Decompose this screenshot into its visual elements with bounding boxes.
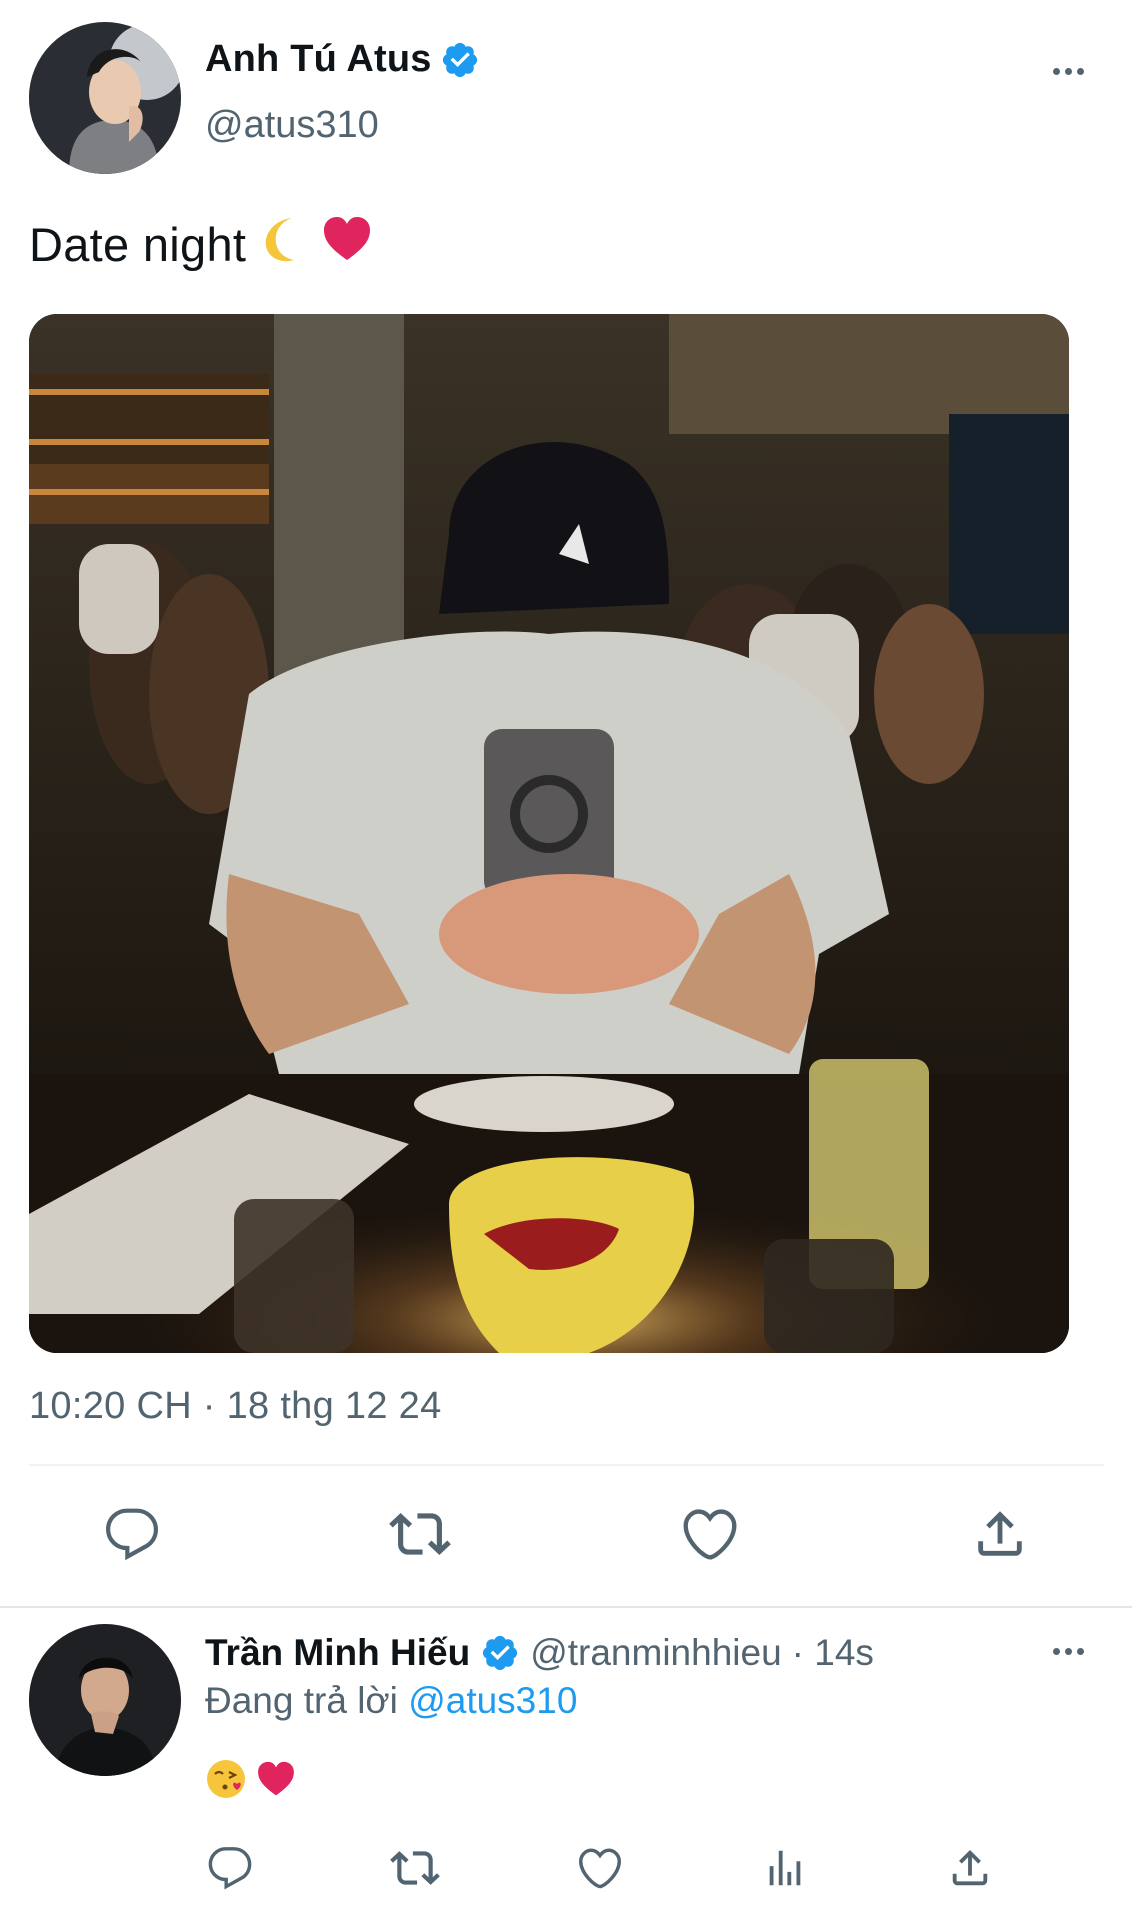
reply-retweet-button[interactable] [385, 1842, 445, 1894]
reply-reply-button[interactable] [200, 1842, 260, 1894]
retweet-icon [390, 1851, 440, 1885]
actions-top-divider [29, 1464, 1104, 1466]
author-handle[interactable]: @atus310 [205, 104, 379, 147]
crescent-moon-emoji [256, 212, 310, 277]
red-heart-emoji [255, 1758, 297, 1805]
retweet-button[interactable] [380, 1505, 460, 1563]
reply-button[interactable] [92, 1505, 172, 1563]
retweet-icon [389, 1513, 451, 1555]
reply-more-options-icon[interactable] [1053, 1648, 1084, 1655]
heart-icon [579, 1848, 621, 1889]
reply-like-button[interactable] [570, 1842, 630, 1894]
tweet-timestamp[interactable]: 10:20 CH · 18 thg 12 24 [29, 1385, 442, 1428]
share-button[interactable] [960, 1505, 1040, 1563]
reply-icon [105, 1508, 159, 1561]
verified-badge-icon [480, 1633, 520, 1673]
heart-icon [683, 1509, 737, 1560]
more-options-icon[interactable] [1053, 68, 1084, 75]
reply-name-row: Trần Minh Hiếu @tranminhhieu · 14s [205, 1632, 874, 1674]
tweet-text-content: Date night [29, 218, 247, 271]
reply-icon [208, 1847, 252, 1890]
red-heart-emoji [320, 212, 374, 277]
author-display-name[interactable]: Anh Tú Atus [205, 38, 432, 81]
kissing-face-emoji [205, 1758, 247, 1805]
reply-author-avatar[interactable] [29, 1624, 181, 1776]
author-avatar[interactable] [29, 22, 181, 174]
replying-to-mention[interactable]: @atus310 [408, 1680, 577, 1721]
replying-prefix: Đang trả lời [205, 1680, 398, 1721]
author-name-row: Anh Tú Atus [205, 38, 480, 81]
reply-author-handle[interactable]: @tranminhhieu [530, 1632, 781, 1674]
reply-time[interactable]: · 14s [792, 1632, 874, 1674]
verified-badge-icon [440, 40, 480, 80]
reply-share-button[interactable] [940, 1842, 1000, 1894]
share-icon [952, 1849, 988, 1886]
reply-author-display-name[interactable]: Trần Minh Hiếu [205, 1632, 470, 1674]
reply-text [205, 1758, 297, 1805]
analytics-icon [769, 1850, 801, 1886]
replying-to-line: Đang trả lời @atus310 [205, 1680, 577, 1722]
reply-analytics-button[interactable] [755, 1842, 815, 1894]
like-button[interactable] [670, 1505, 750, 1563]
share-icon [978, 1511, 1022, 1556]
tweet-text: Date night [29, 212, 374, 277]
tweet-photo[interactable] [29, 314, 1069, 1353]
reply-top-divider [0, 1606, 1132, 1608]
